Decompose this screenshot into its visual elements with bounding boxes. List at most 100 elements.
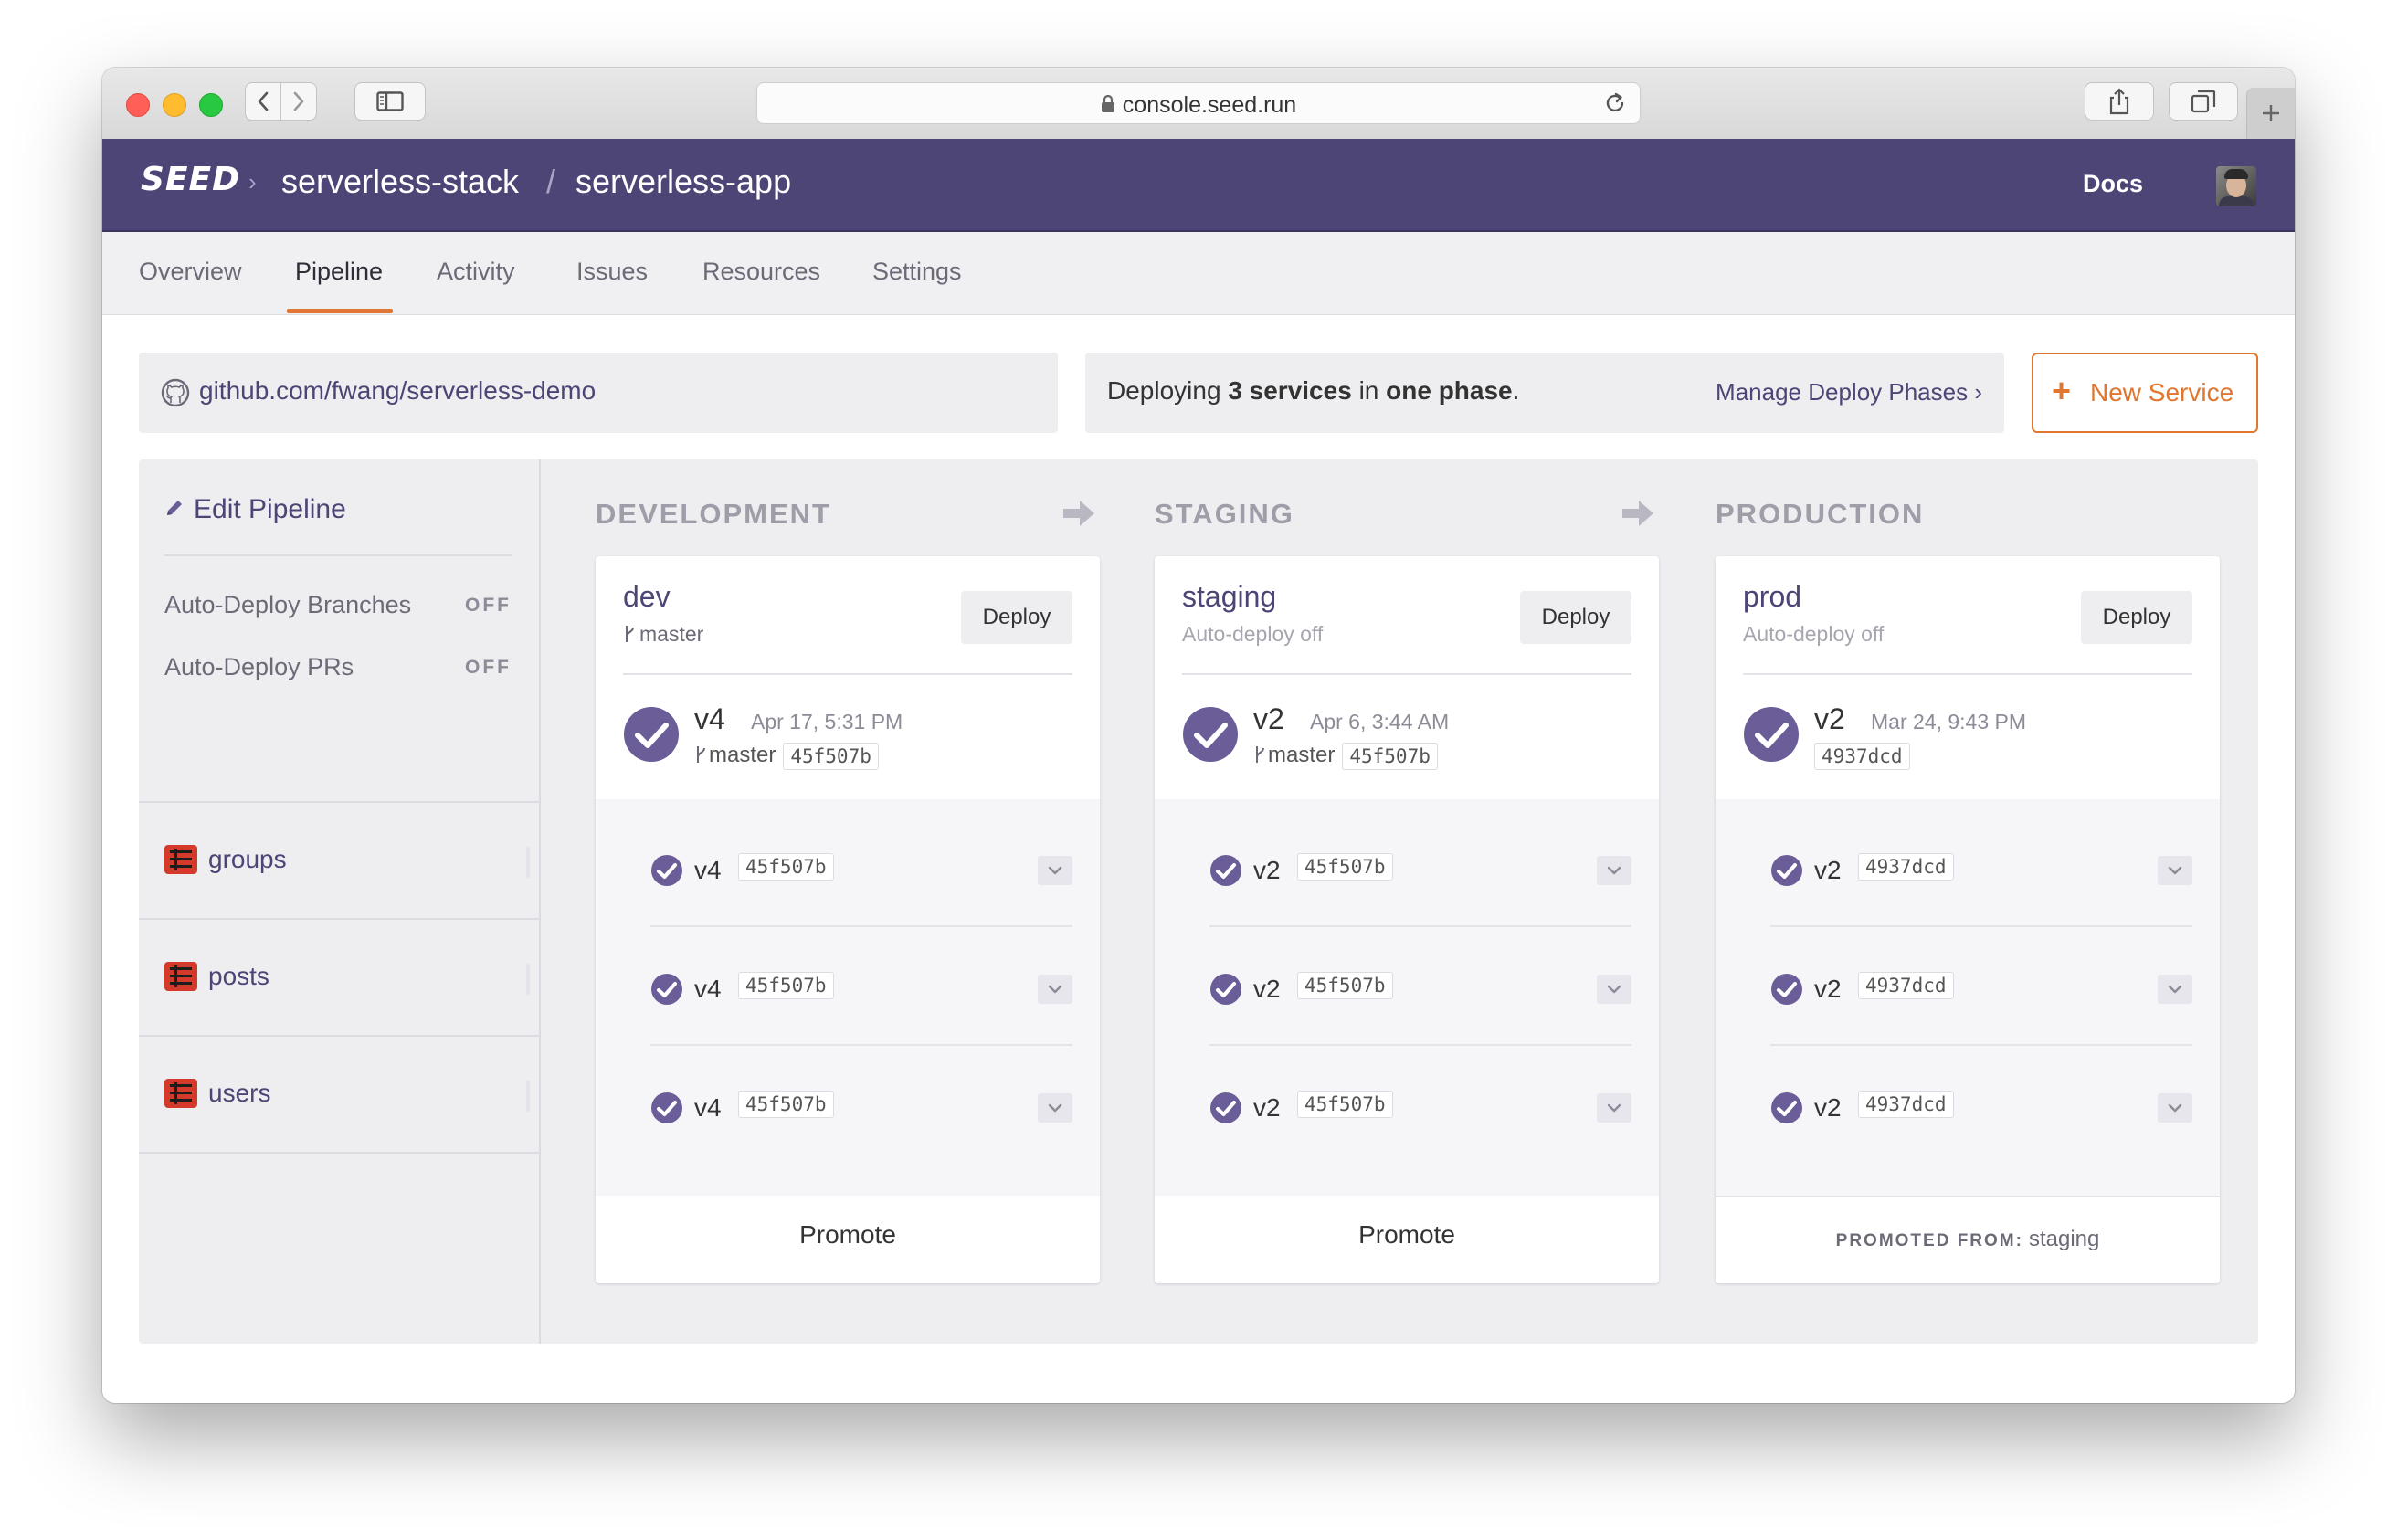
divider: [1182, 673, 1631, 675]
forward-button[interactable]: [280, 82, 317, 121]
address-bar[interactable]: console.seed.run: [756, 82, 1641, 124]
promote-button[interactable]: Promote: [1164, 1196, 1650, 1274]
stage-name[interactable]: prod: [1743, 580, 1801, 614]
service-build-row[interactable]: v2 45f507b: [1209, 1090, 1631, 1126]
drag-handle[interactable]: [526, 1081, 530, 1112]
stage-card-header: prod Auto-deploy off Deploy v2 Mar 24, 9…: [1716, 556, 2220, 799]
commit-sha[interactable]: 45f507b: [1297, 972, 1393, 999]
service-dropdown-button[interactable]: [1597, 975, 1631, 1004]
avatar[interactable]: [2216, 166, 2256, 206]
service-build-row[interactable]: v4 45f507b: [650, 852, 1072, 889]
service-dropdown-button[interactable]: [1597, 1093, 1631, 1123]
stage-name[interactable]: staging: [1182, 580, 1276, 614]
auto-deploy-branches-setting[interactable]: Auto-Deploy Branches OFF: [164, 591, 512, 619]
url-text: console.seed.run: [1122, 92, 1297, 118]
browser-toolbar: console.seed.run: [102, 68, 2295, 140]
stage-card-staging: staging Auto-deploy off Deploy v2 Apr 6,…: [1155, 556, 1659, 1283]
stage-subtitle: master: [623, 622, 703, 647]
service-dropdown-button[interactable]: [2158, 975, 2192, 1004]
new-service-button[interactable]: + New Service: [2032, 353, 2258, 433]
stage-card-footer: PROMOTED FROM: staging: [1716, 1196, 2220, 1283]
auto-deploy-branches-value: OFF: [465, 595, 512, 616]
chevron-down-icon: [1607, 866, 1621, 875]
service-dropdown-button[interactable]: [2158, 856, 2192, 885]
service-build-row[interactable]: v2 45f507b: [1209, 971, 1631, 1007]
promote-button[interactable]: Promote: [605, 1196, 1091, 1274]
breadcrumb-app[interactable]: serverless-app: [575, 163, 791, 201]
breadcrumb-org[interactable]: serverless-stack: [281, 163, 519, 201]
deploy-button[interactable]: Deploy: [1520, 591, 1631, 644]
edit-pipeline-link[interactable]: Edit Pipeline: [164, 494, 346, 525]
service-dropdown-button[interactable]: [2158, 1093, 2192, 1123]
new-service-label: New Service: [2090, 378, 2234, 406]
promoted-from-stage[interactable]: staging: [2029, 1227, 2099, 1251]
commit-sha[interactable]: 4937dcd: [1814, 743, 1910, 770]
service-build-row[interactable]: v4 45f507b: [650, 971, 1072, 1007]
divider: [1770, 925, 2192, 927]
stage-card-prod: prod Auto-deploy off Deploy v2 Mar 24, 9…: [1716, 556, 2220, 1283]
service-dropdown-button[interactable]: [1038, 975, 1072, 1004]
branch-icon: [697, 746, 705, 763]
tab-resources[interactable]: Resources: [702, 258, 820, 286]
deploy-button[interactable]: Deploy: [961, 591, 1072, 644]
zoom-window-button[interactable]: [199, 93, 223, 117]
back-button[interactable]: [245, 82, 281, 121]
commit-sha[interactable]: 45f507b: [1297, 1091, 1393, 1118]
manage-deploy-phases-link[interactable]: Manage Deploy Phases ›: [1716, 378, 1982, 406]
commit-sha[interactable]: 4937dcd: [1858, 1091, 1954, 1118]
drag-handle[interactable]: [526, 964, 530, 995]
tab-settings[interactable]: Settings: [872, 258, 962, 286]
repo-link[interactable]: github.com/fwang/serverless-demo: [199, 376, 596, 406]
check-circle-icon: [1744, 707, 1799, 762]
build-version[interactable]: v2: [1253, 702, 1284, 736]
service-row-users[interactable]: users: [139, 1035, 539, 1154]
check-circle-icon: [1210, 974, 1241, 1005]
service-row-posts[interactable]: posts: [139, 918, 539, 1035]
service-row-groups[interactable]: groups: [139, 801, 539, 918]
breadcrumb-separator: ›: [248, 168, 257, 195]
commit-sha[interactable]: 4937dcd: [1858, 972, 1954, 999]
service-build-row[interactable]: v2 45f507b: [1209, 852, 1631, 889]
tab-issues[interactable]: Issues: [576, 258, 648, 286]
tab-pipeline[interactable]: Pipeline: [295, 258, 383, 286]
share-button[interactable]: [2085, 82, 2154, 121]
service-build-row[interactable]: v2 4937dcd: [1770, 971, 2192, 1007]
minimize-window-button[interactable]: [163, 93, 186, 117]
seed-logo[interactable]: SEED: [141, 161, 240, 198]
arrow-right-icon: [1063, 501, 1094, 526]
sidebar-toggle-button[interactable]: [354, 82, 426, 121]
service-dropdown-button[interactable]: [1038, 1093, 1072, 1123]
tab-overview[interactable]: Overview: [139, 258, 242, 286]
tab-overview-button[interactable]: [2169, 82, 2238, 121]
commit-sha[interactable]: 45f507b: [738, 853, 834, 881]
stage-name[interactable]: dev: [623, 580, 671, 614]
commit-sha[interactable]: 45f507b: [1297, 853, 1393, 881]
commit-sha[interactable]: 45f507b: [738, 972, 834, 999]
deploy-info-box: Deploying 3 services in one phase. Manag…: [1085, 353, 2004, 433]
commit-sha[interactable]: 45f507b: [783, 743, 879, 770]
breadcrumb-slash: /: [546, 163, 556, 200]
commit-sha[interactable]: 45f507b: [1342, 743, 1438, 770]
reload-button[interactable]: [1603, 90, 1627, 121]
build-version[interactable]: v2: [1814, 702, 1845, 736]
check-circle-icon: [1771, 974, 1802, 1005]
auto-deploy-prs-setting[interactable]: Auto-Deploy PRs OFF: [164, 653, 512, 681]
service-dropdown-button[interactable]: [1038, 856, 1072, 885]
service-version: v2: [1253, 856, 1281, 884]
build-meta: 4937dcd: [1814, 743, 1910, 770]
commit-sha[interactable]: 4937dcd: [1858, 853, 1954, 881]
check-circle-icon: [1771, 855, 1802, 886]
deploy-button[interactable]: Deploy: [2081, 591, 2192, 644]
commit-sha[interactable]: 45f507b: [738, 1091, 834, 1118]
service-build-row[interactable]: v2 4937dcd: [1770, 1090, 2192, 1126]
stage-card-footer: Promote: [1155, 1196, 1659, 1283]
drag-handle[interactable]: [526, 847, 530, 878]
service-dropdown-button[interactable]: [1597, 856, 1631, 885]
tab-activity[interactable]: Activity: [437, 258, 515, 286]
service-build-row[interactable]: v2 4937dcd: [1770, 852, 2192, 889]
service-build-row[interactable]: v4 45f507b: [650, 1090, 1072, 1126]
docs-link[interactable]: Docs: [2083, 170, 2143, 198]
new-tab-button[interactable]: [2246, 88, 2295, 139]
build-version[interactable]: v4: [694, 702, 725, 736]
close-window-button[interactable]: [126, 93, 150, 117]
